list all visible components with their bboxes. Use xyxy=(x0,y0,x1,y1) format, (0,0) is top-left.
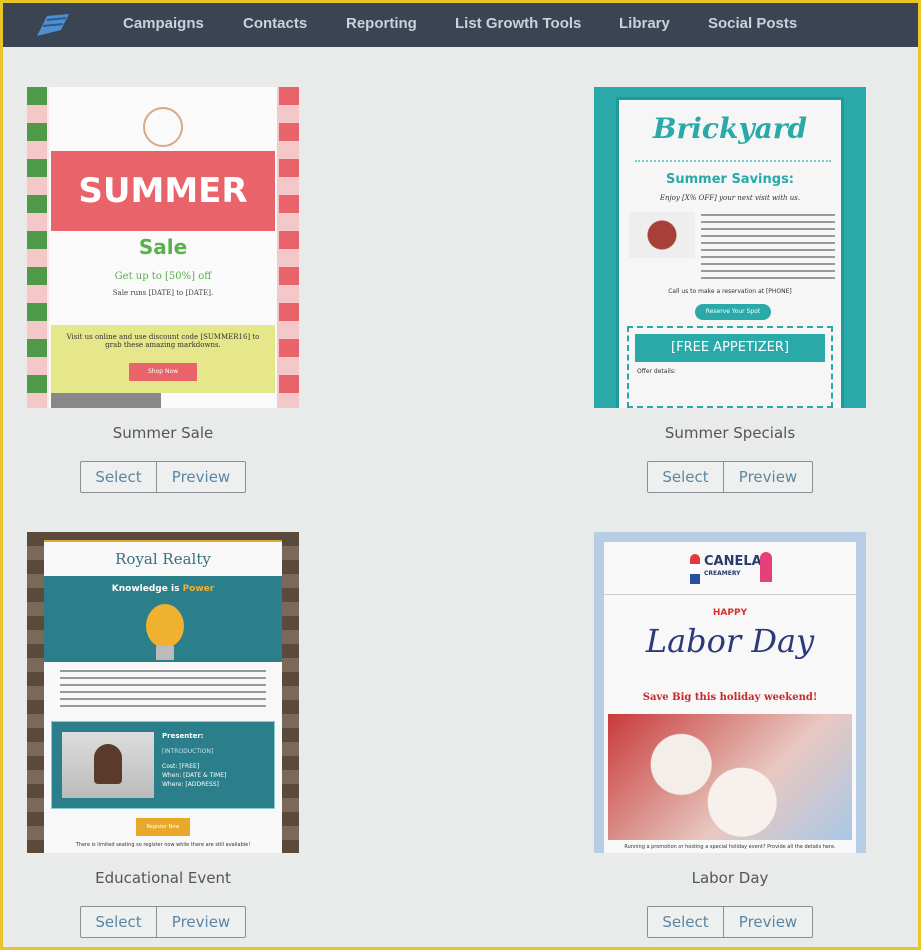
template-card-summer-sale: SUMMER Sale Get up to [50%] off Sale run… xyxy=(27,87,299,493)
food-photo xyxy=(629,212,695,258)
select-button[interactable]: Select xyxy=(81,462,157,492)
top-nav: Campaigns Contacts Reporting List Growth… xyxy=(3,3,918,47)
popsicle-icon xyxy=(690,554,700,584)
thumb-footer: Running a promotion or hosting a special… xyxy=(624,844,836,850)
thumb-brand: CANELA xyxy=(704,554,762,569)
thumb-offer: Get up to [50%] off xyxy=(114,271,212,282)
button-group: Select Preview xyxy=(647,461,813,493)
lightbulb-icon xyxy=(146,604,184,648)
thumb-headline: Knowledge is xyxy=(111,584,183,594)
template-name: Educational Event xyxy=(95,869,231,887)
thumb-brand: Brickyard xyxy=(652,112,808,145)
template-name: Labor Day xyxy=(691,869,769,887)
nav-contacts[interactable]: Contacts xyxy=(243,15,307,32)
preview-button[interactable]: Preview xyxy=(157,907,245,937)
button-group: Select Preview xyxy=(80,906,246,938)
thumb-headline-accent: Power xyxy=(182,584,215,594)
thumb-cta: Reserve Your Spot xyxy=(695,304,771,320)
thumb-offer: Enjoy [X% OFF] your next visit with us. xyxy=(659,194,801,202)
button-group: Select Preview xyxy=(80,461,246,493)
ice-cream-photo xyxy=(608,714,852,840)
thumb-brand: Royal Realty xyxy=(115,550,211,568)
thumb-cta: Shop Now xyxy=(129,363,197,381)
thumb-details: Offer details: xyxy=(637,368,676,375)
thumb-headline: Summer Savings: xyxy=(665,172,795,187)
thumb-when: When: [DATE & TIME] xyxy=(162,772,227,779)
select-button[interactable]: Select xyxy=(81,907,157,937)
nav-library[interactable]: Library xyxy=(619,15,670,32)
thumb-presenter: Presenter: xyxy=(162,732,204,740)
template-thumbnail[interactable]: Brickyard Summer Savings: Enjoy [X% OFF]… xyxy=(594,87,866,408)
presenter-photo xyxy=(62,732,154,798)
thumb-where: Where: [ADDRESS] xyxy=(162,781,219,788)
button-group: Select Preview xyxy=(647,906,813,938)
nav-social-posts[interactable]: Social Posts xyxy=(708,15,797,32)
thumb-cost: Cost: [FREE] xyxy=(162,763,200,770)
thumb-sub: Sale xyxy=(138,235,188,259)
thumb-footer: There is limited seating so register now… xyxy=(75,842,251,848)
thumb-brand-sub: CREAMERY xyxy=(704,570,741,577)
thumb-dates: Sale runs [DATE] to [DATE]. xyxy=(112,289,214,297)
template-name: Summer Specials xyxy=(664,424,796,442)
thumb-happy: HAPPY xyxy=(712,608,748,618)
brand-seal-icon xyxy=(143,107,183,147)
template-thumbnail[interactable]: Royal Realty Knowledge is Power Presente… xyxy=(27,532,299,853)
thumb-coupon: [FREE APPETIZER] xyxy=(635,334,825,362)
nav-reporting[interactable]: Reporting xyxy=(346,15,417,32)
nav-campaigns[interactable]: Campaigns xyxy=(123,15,204,32)
thumb-cta: Register Now xyxy=(136,818,190,836)
thumb-call: Call us to make a reservation at [PHONE] xyxy=(668,288,792,295)
template-card-summer-specials: Brickyard Summer Savings: Enjoy [X% OFF]… xyxy=(594,87,866,493)
template-card-educational-event: Royal Realty Knowledge is Power Presente… xyxy=(27,532,299,938)
thumb-body: Visit us online and use discount code [S… xyxy=(66,333,260,349)
template-thumbnail[interactable]: SUMMER Sale Get up to [50%] off Sale run… xyxy=(27,87,299,408)
thumb-headline: SUMMER xyxy=(78,171,248,211)
thumb-intro: [INTRODUCTION] xyxy=(162,748,214,755)
select-button[interactable]: Select xyxy=(648,907,724,937)
template-thumbnail[interactable]: CANELA CREAMERY HAPPY Labor Day Save Big … xyxy=(594,532,866,853)
thumb-offer: Save Big this holiday weekend! xyxy=(642,692,818,703)
template-card-labor-day: CANELA CREAMERY HAPPY Labor Day Save Big … xyxy=(594,532,866,938)
select-button[interactable]: Select xyxy=(648,462,724,492)
preview-button[interactable]: Preview xyxy=(724,907,812,937)
template-name: Summer Sale xyxy=(112,424,214,442)
preview-button[interactable]: Preview xyxy=(724,462,812,492)
logo-flag-icon[interactable] xyxy=(33,12,73,38)
preview-button[interactable]: Preview xyxy=(157,462,245,492)
nav-list-growth-tools[interactable]: List Growth Tools xyxy=(455,15,581,32)
thumb-headline: Labor Day xyxy=(645,622,815,660)
